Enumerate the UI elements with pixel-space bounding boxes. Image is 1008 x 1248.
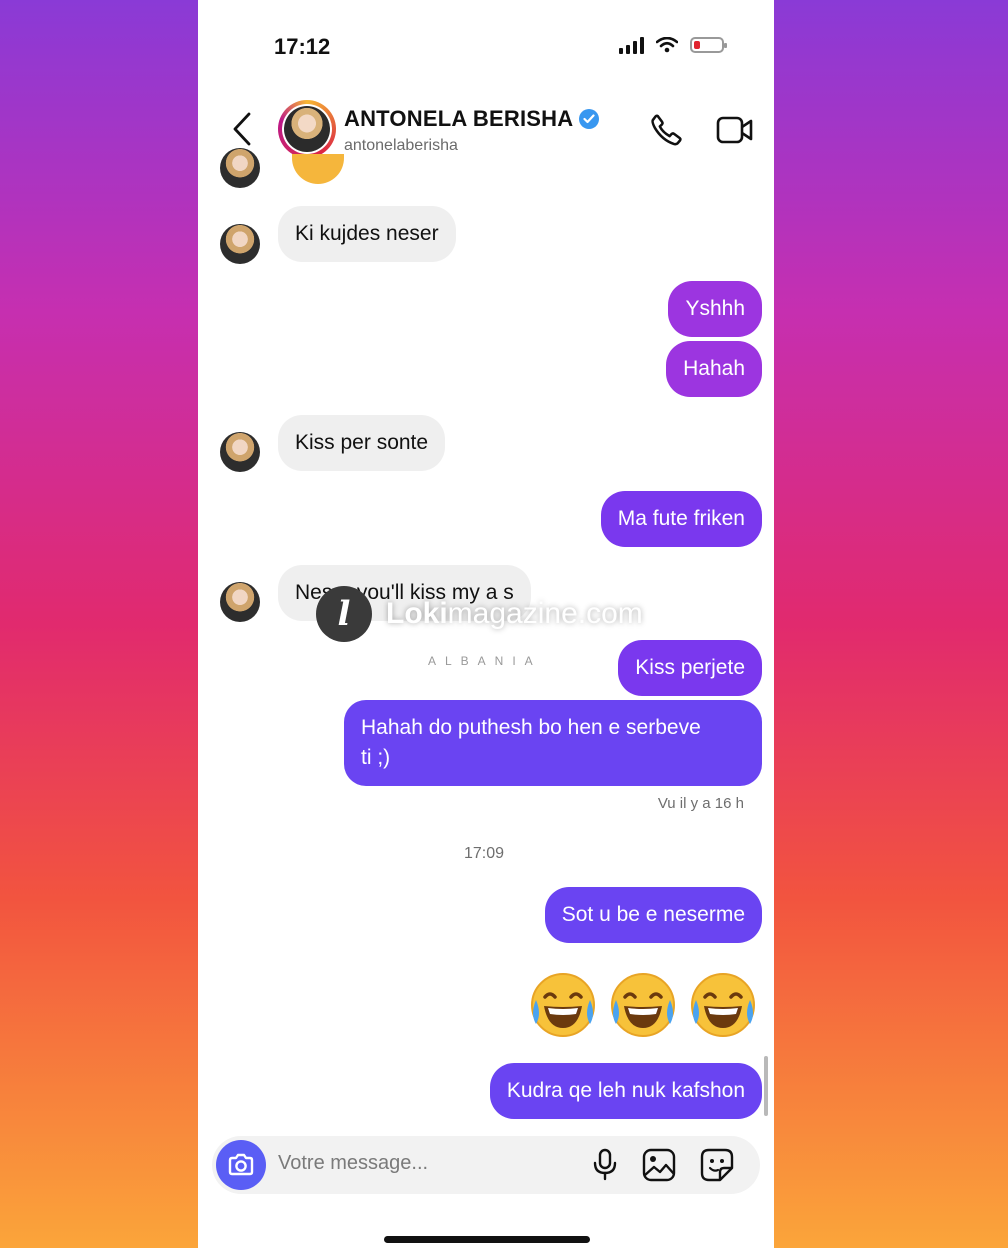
seen-status: Vu il y a 16 h bbox=[657, 795, 744, 812]
status-icons bbox=[619, 36, 727, 54]
message-outgoing-multiline[interactable]: Hahah do puthesh bo hen e serbeve ti ;) bbox=[344, 700, 762, 786]
laughing-emoji-icon bbox=[531, 973, 595, 1037]
verified-badge-icon bbox=[579, 109, 600, 129]
signal-icon bbox=[619, 36, 644, 54]
profile-avatar[interactable] bbox=[278, 100, 336, 158]
message-line: Hahah do puthesh bo hen e serbeve bbox=[361, 716, 701, 739]
partial-emoji-icon bbox=[292, 154, 344, 184]
sender-avatar bbox=[220, 148, 260, 188]
watermark-text: Lokimagazine.com bbox=[386, 597, 643, 630]
emoji-message[interactable] bbox=[528, 970, 758, 1040]
video-call-icon[interactable] bbox=[716, 114, 754, 146]
scrollbar[interactable] bbox=[764, 1056, 768, 1116]
back-arrow-icon[interactable] bbox=[232, 112, 252, 146]
message-outgoing[interactable]: Sot u be e neserme bbox=[544, 887, 762, 943]
message-outgoing[interactable]: Kudra qe leh nuk kafshon bbox=[489, 1063, 762, 1119]
message-outgoing[interactable]: Yshhh bbox=[668, 281, 762, 337]
chat-timestamp: 17:09 bbox=[464, 845, 505, 862]
chat-thread[interactable]: Ki kujdes neser Yshhh Hahah Kiss per son… bbox=[198, 148, 774, 1128]
message-incoming[interactable]: Kiss per sonte bbox=[278, 415, 446, 471]
watermark: l Lokimagazine.com bbox=[316, 586, 643, 642]
sticker-icon[interactable] bbox=[700, 1148, 734, 1182]
gallery-icon[interactable] bbox=[642, 1148, 676, 1182]
camera-icon bbox=[228, 1153, 254, 1176]
sender-avatar bbox=[220, 582, 260, 622]
contact-name-row[interactable]: ANTONELA BERISHA bbox=[344, 106, 600, 132]
contact-name: ANTONELA BERISHA bbox=[344, 106, 574, 131]
phone-screen: 17:12 ANTONELA BERISHA antonelaberisha K… bbox=[198, 0, 774, 1248]
laughing-emoji-icon bbox=[691, 973, 755, 1037]
watermark-logo-icon: l bbox=[316, 586, 372, 642]
sender-avatar bbox=[220, 224, 260, 264]
laughing-emoji-icon bbox=[611, 973, 675, 1037]
message-outgoing[interactable]: Hahah bbox=[666, 341, 762, 397]
message-composer[interactable]: Votre message... bbox=[212, 1136, 760, 1194]
watermark-subtitle: ALBANIA bbox=[428, 654, 542, 668]
message-incoming[interactable]: Ki kujdes neser bbox=[278, 206, 456, 262]
battery-icon bbox=[690, 37, 727, 53]
contact-username: antonelaberisha bbox=[344, 137, 458, 154]
message-outgoing[interactable]: Ma fute friken bbox=[600, 491, 762, 547]
phone-call-icon[interactable] bbox=[648, 112, 684, 148]
message-line: ti ;) bbox=[361, 746, 391, 769]
sender-avatar bbox=[220, 432, 260, 472]
status-time: 17:12 bbox=[274, 34, 331, 59]
message-input[interactable]: Votre message... bbox=[278, 1152, 428, 1175]
camera-button[interactable] bbox=[216, 1140, 266, 1190]
home-indicator[interactable] bbox=[384, 1236, 590, 1243]
wifi-icon bbox=[656, 37, 678, 53]
microphone-icon[interactable] bbox=[592, 1148, 618, 1182]
message-outgoing[interactable]: Kiss perjete bbox=[618, 640, 762, 696]
